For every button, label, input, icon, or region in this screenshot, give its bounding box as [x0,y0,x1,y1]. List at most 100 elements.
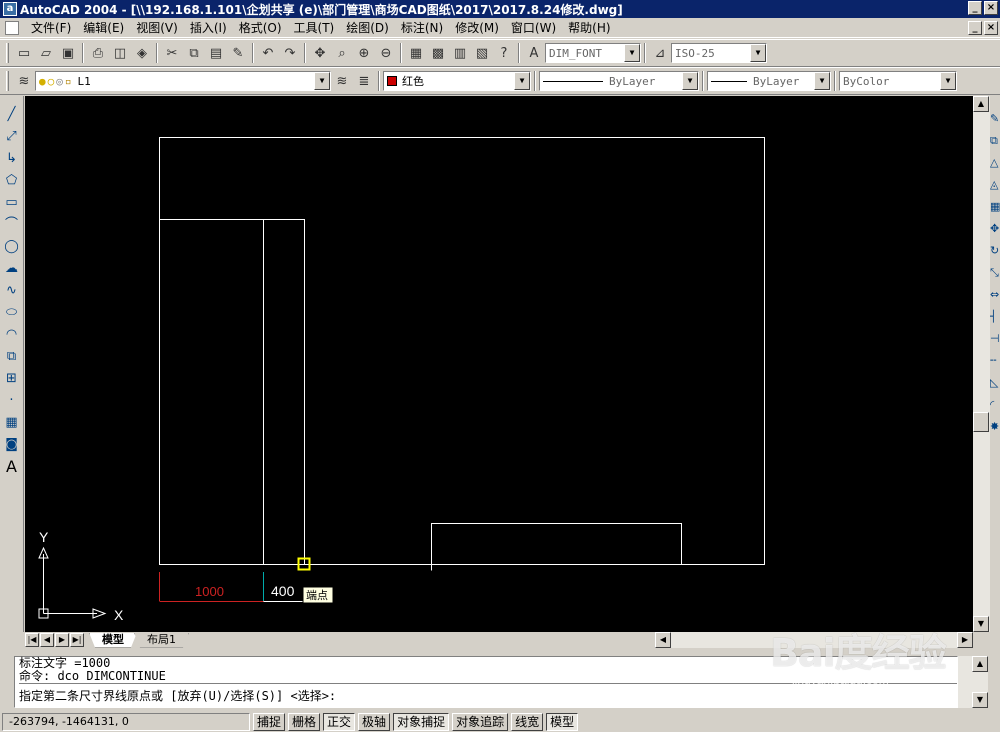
copy-object-icon[interactable]: ⧉ [990,130,1000,152]
menu-tools[interactable]: 工具(T) [288,19,341,37]
polar-toggle[interactable]: 极轴 [358,713,391,731]
menu-draw[interactable]: 绘图(D) [340,19,395,37]
scroll-down-button[interactable]: ▼ [973,616,989,632]
polyline-icon[interactable]: ↳ [2,148,22,170]
menu-format[interactable]: 格式(O) [233,19,288,37]
mirror-icon[interactable]: △ [990,152,1000,174]
dimension-400-preview[interactable]: 400 [263,572,305,602]
menu-modify[interactable]: 修改(M) [449,19,505,37]
counter-outline[interactable] [431,523,682,565]
open-file-icon[interactable]: ▱ [35,42,57,64]
stretch-icon[interactable]: ⇔ [990,284,1000,306]
scale-icon[interactable]: ⤡ [990,262,1000,284]
properties-icon[interactable]: ▦ [405,42,427,64]
save-icon[interactable]: ▣ [57,42,79,64]
zoom-realtime-icon[interactable]: ⌕ [331,42,353,64]
sun-icon[interactable]: ○ [48,75,55,88]
offset-icon[interactable]: ◬ [990,174,1000,196]
doc-minimize-button[interactable]: _ [968,21,982,35]
ellipse-icon[interactable]: ⬭ [2,302,22,324]
make-block-icon[interactable]: ⊞ [2,368,22,390]
lineweight-toggle[interactable]: 线宽 [511,713,544,731]
menu-insert[interactable]: 插入(I) [184,19,233,37]
lock-icon[interactable]: ▫ [65,75,72,88]
circle-icon[interactable]: ◯ [2,236,22,258]
plot-style-select[interactable]: ByColor ▼ [839,71,957,91]
document-icon[interactable] [5,20,19,35]
last-tab-icon[interactable]: ▶| [70,633,84,647]
cut-icon[interactable]: ✂ [161,42,183,64]
dimension-1000[interactable]: 1000 [159,572,264,602]
otrack-toggle[interactable]: 对象追踪 [452,713,509,731]
scroll-left-button[interactable]: ◀ [655,632,671,648]
command-scrollbar[interactable]: ▲ ▼ [958,656,988,708]
layer-manager-icon[interactable]: ≋ [13,70,35,92]
pan-icon[interactable]: ✥ [309,42,331,64]
revision-cloud-icon[interactable]: ☁ [2,258,22,280]
polygon-icon[interactable]: ⬠ [2,170,22,192]
chevron-down-icon[interactable]: ▼ [624,44,640,62]
command-prompt[interactable]: 指定第二条尺寸界线原点或 [放弃(U)/选择(S)] <选择>: [19,683,957,703]
color-select[interactable]: 红色 ▼ [383,71,531,91]
spline-icon[interactable]: ∿ [2,280,22,302]
dim-style-icon[interactable]: ⊿ [649,42,671,64]
ortho-toggle[interactable]: 正交 [323,713,356,731]
zoom-previous-icon[interactable]: ⊖ [375,42,397,64]
chevron-down-icon[interactable]: ▼ [514,72,530,90]
outer-room-outline[interactable] [159,137,765,565]
dim-style-select[interactable]: ISO-25 ▼ [671,43,767,63]
construction-line-icon[interactable]: ⤢ [2,126,22,148]
next-tab-icon[interactable]: ▶ [55,633,69,647]
scroll-right-button[interactable]: ▶ [957,632,973,648]
doc-close-button[interactable]: × [984,21,998,35]
menu-edit[interactable]: 编辑(E) [77,19,130,37]
lightbulb-icon[interactable]: ● [39,75,46,88]
chevron-down-icon[interactable]: ▼ [314,72,330,90]
explode-icon[interactable]: ✸ [990,416,1000,438]
zoom-window-icon[interactable]: ⊕ [353,42,375,64]
markup-icon[interactable]: ▧ [471,42,493,64]
menu-help[interactable]: 帮助(H) [562,19,616,37]
move-icon[interactable]: ✥ [990,218,1000,240]
design-center-icon[interactable]: ▩ [427,42,449,64]
tab-layout1[interactable]: 布局1 [134,633,189,648]
point-icon[interactable]: · [2,390,22,412]
viewport-freeze-icon[interactable]: ◎ [56,75,63,88]
left-partition-outline[interactable] [159,219,305,565]
layer-previous-icon[interactable]: ≣ [353,70,375,92]
match-properties-icon[interactable]: ✎ [227,42,249,64]
tool-palettes-icon[interactable]: ▥ [449,42,471,64]
chevron-down-icon[interactable]: ▼ [814,72,830,90]
publish-icon[interactable]: ◈ [131,42,153,64]
trim-icon[interactable]: ┤ [990,306,1000,328]
tab-model[interactable]: 模型 [89,633,137,648]
autocad-app-icon[interactable]: a [3,2,17,16]
text-style-icon[interactable]: A [523,42,545,64]
scroll-down-button[interactable]: ▼ [972,692,988,708]
line-tool-icon[interactable]: ╱ [2,104,22,126]
grid-toggle[interactable]: 栅格 [288,713,321,731]
redo-icon[interactable]: ↷ [279,42,301,64]
previous-tab-icon[interactable]: ◀ [40,633,54,647]
print-preview-icon[interactable]: ◫ [109,42,131,64]
first-tab-icon[interactable]: |◀ [25,633,39,647]
minimize-button[interactable]: _ [968,1,982,15]
hatch-icon[interactable]: ▦ [2,412,22,434]
text-style-select[interactable]: DIM_FONT ▼ [545,43,641,63]
rotate-icon[interactable]: ↻ [990,240,1000,262]
chevron-down-icon[interactable]: ▼ [682,72,698,90]
toolbar-grip[interactable] [6,43,9,63]
toolbar-grip[interactable] [6,71,9,91]
layer-select[interactable]: ● ○ ◎ ▫ L1 ▼ [35,71,331,91]
chevron-down-icon[interactable]: ▼ [940,72,956,90]
fillet-icon[interactable]: ◜ [990,394,1000,416]
copy-icon[interactable]: ⧉ [183,42,205,64]
horizontal-scrollbar[interactable]: ◀ ▶ [655,632,973,648]
undo-icon[interactable]: ↶ [257,42,279,64]
extend-icon[interactable]: ⊣ [990,328,1000,350]
drawing-svg[interactable]: 1000 400 端点 Y X [25,96,973,632]
model-space-toggle[interactable]: 模型 [546,713,579,731]
break-icon[interactable]: ╌ [990,350,1000,372]
rectangle-icon[interactable]: ▭ [2,192,22,214]
scroll-thumb[interactable] [973,412,989,432]
